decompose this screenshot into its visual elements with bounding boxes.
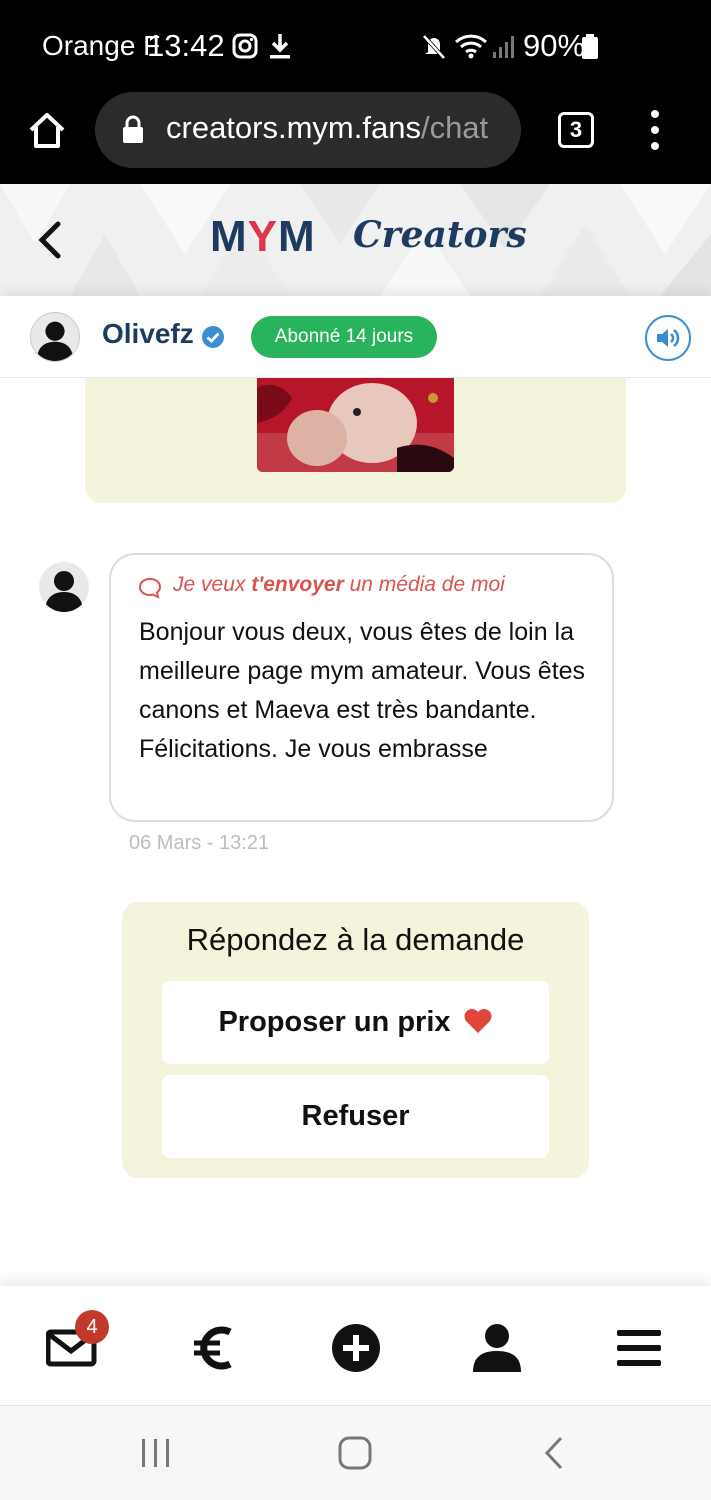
signal-icon — [493, 36, 514, 58]
browser-toolbar: creators.mym.fans/chat 3 — [0, 92, 711, 184]
chat-header: Olivefz Abonné 14 jours — [0, 296, 711, 378]
logo-m2: M — [278, 212, 316, 261]
status-bar: Orange F 13:42 90% — [0, 0, 711, 92]
request-bold: t'envoyer — [251, 573, 344, 596]
url-text: creators.mym.fans/chat — [166, 110, 511, 146]
refuse-button[interactable]: Refuser — [162, 1075, 549, 1158]
request-suffix: un média de moi — [343, 573, 505, 596]
clock: 13:42 — [147, 28, 225, 63]
propose-price-label: Proposer un prix — [218, 1006, 451, 1038]
back-chevron-icon[interactable] — [36, 220, 66, 260]
menu-icon[interactable] — [614, 1322, 666, 1374]
brand-logo[interactable]: MYM — [210, 212, 316, 262]
contact-username[interactable]: Olivefz — [102, 318, 194, 350]
media-message-card — [85, 378, 626, 503]
messages-badge: 4 — [75, 1310, 109, 1344]
address-bar[interactable]: creators.mym.fans/chat — [95, 92, 521, 168]
reply-title: Répondez à la demande — [186, 922, 525, 957]
media-thumbnail[interactable] — [257, 378, 454, 472]
speaker-icon — [657, 329, 680, 347]
message-text: Bonjour vous deux, vous êtes de loin la … — [139, 618, 586, 763]
add-icon[interactable] — [330, 1322, 382, 1374]
request-prefix: Je veux — [173, 573, 252, 596]
battery-percentage: 90% — [523, 28, 586, 63]
mute-icon — [422, 34, 446, 60]
recent-apps-icon[interactable] — [136, 1434, 176, 1472]
url-host: creators.mym.fans — [166, 110, 421, 145]
logo-y: Y — [247, 212, 279, 261]
chat-bubble-icon — [138, 577, 162, 599]
battery-icon — [582, 34, 598, 59]
system-navigation-bar — [0, 1406, 711, 1500]
euro-icon[interactable] — [190, 1322, 242, 1374]
silhouette-icon — [45, 571, 83, 612]
silhouette-icon — [36, 321, 74, 361]
site-header: MYM Creators — [0, 184, 711, 296]
overflow-menu-icon[interactable] — [648, 108, 662, 152]
reply-request-card: Répondez à la demande Proposer un prix R… — [122, 902, 589, 1178]
sender-avatar[interactable] — [39, 562, 89, 612]
propose-price-button[interactable]: Proposer un prix — [162, 981, 549, 1064]
request-label: Je veux t'envoyer un média de moi — [173, 573, 505, 597]
sound-toggle-button[interactable] — [645, 315, 691, 361]
subscription-badge: Abonné 14 jours — [251, 316, 437, 358]
carrier-name: Orange F — [42, 30, 161, 61]
download-icon — [270, 34, 290, 59]
url-path: /chat — [420, 110, 489, 145]
lock-icon — [123, 115, 143, 143]
logo-m1: M — [210, 212, 248, 261]
message-timestamp: 06 Mars - 13:21 — [129, 832, 270, 854]
wifi-icon — [454, 34, 488, 59]
verified-icon — [202, 326, 224, 348]
system-back-icon[interactable] — [535, 1434, 575, 1472]
user-icon[interactable] — [471, 1322, 523, 1374]
heart-icon — [464, 1009, 492, 1033]
bottom-navigation: 4 — [0, 1286, 711, 1406]
brand-tagline: Creators — [353, 214, 527, 256]
instagram-icon — [232, 33, 258, 59]
message-list[interactable]: Je veux t'envoyer un média de moi Bonjou… — [0, 378, 711, 1286]
contact-avatar[interactable] — [30, 312, 80, 362]
message-bubble: Je veux t'envoyer un média de moi Bonjou… — [109, 553, 614, 822]
media-preview-image — [257, 378, 454, 472]
home-icon[interactable] — [27, 108, 67, 152]
system-home-icon[interactable] — [335, 1434, 375, 1472]
tab-switcher-button[interactable]: 3 — [558, 112, 594, 148]
